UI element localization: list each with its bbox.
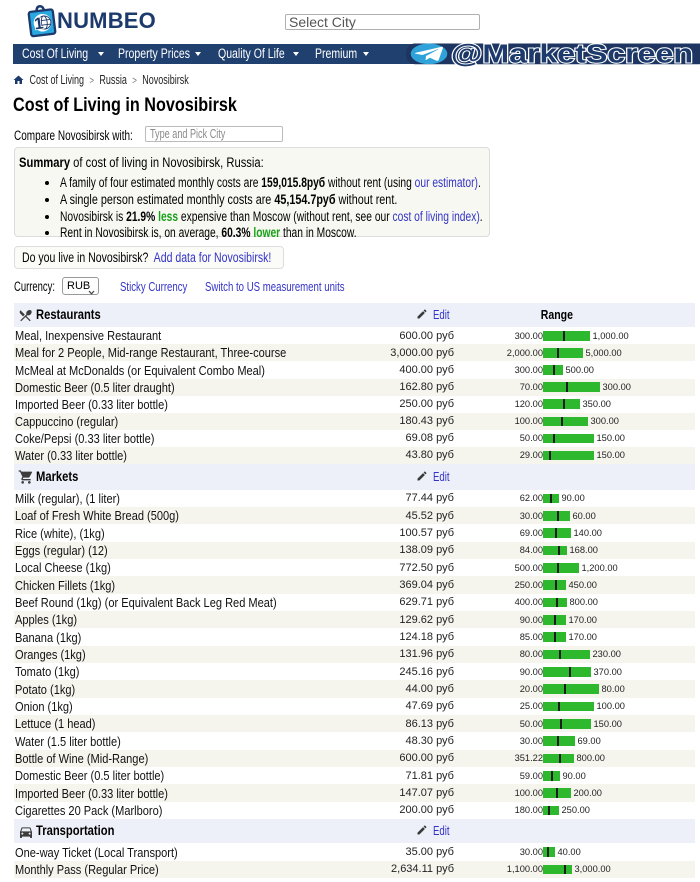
svg-text:@MarketScreen: @MarketScreen xyxy=(451,41,693,68)
